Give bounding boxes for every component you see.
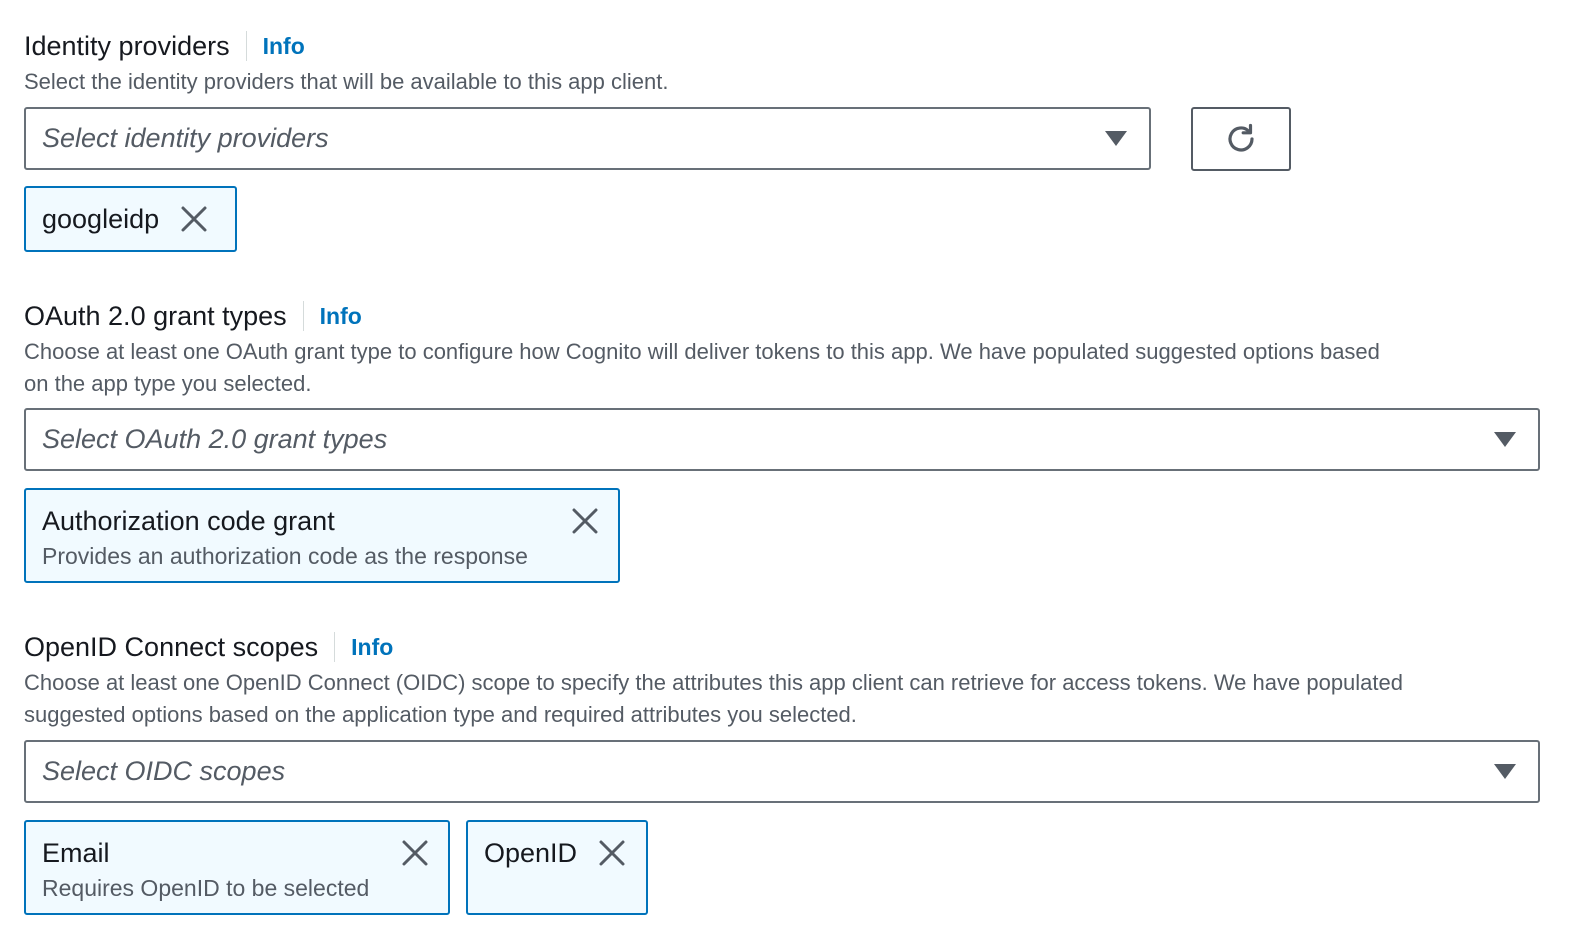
grant-types-info-link[interactable]: Info bbox=[320, 303, 362, 330]
token-label: Authorization code grant bbox=[42, 506, 335, 536]
grant-types-description-line1: Choose at least one OAuth grant type to … bbox=[24, 339, 1380, 364]
oidc-scopes-label-row: OpenID Connect scopes Info bbox=[24, 629, 1554, 665]
token-openid: OpenID bbox=[466, 820, 648, 915]
token-label: OpenID bbox=[484, 838, 578, 868]
oidc-scopes-placeholder: Select OIDC scopes bbox=[42, 756, 286, 786]
oidc-scopes-section: OpenID Connect scopes Info Choose at lea… bbox=[24, 629, 1554, 731]
label-divider bbox=[334, 632, 336, 662]
identity-providers-description: Select the identity providers that will … bbox=[24, 69, 669, 94]
caret-down-icon bbox=[1494, 432, 1516, 447]
token-googleidp: googleidp bbox=[24, 186, 237, 252]
oidc-scopes-label: OpenID Connect scopes bbox=[24, 631, 319, 662]
grant-types-label: OAuth 2.0 grant types bbox=[24, 300, 287, 331]
identity-providers-placeholder: Select identity providers bbox=[42, 123, 329, 153]
identity-providers-info-link[interactable]: Info bbox=[263, 33, 305, 60]
grant-types-placeholder: Select OAuth 2.0 grant types bbox=[42, 424, 388, 454]
refresh-icon bbox=[1228, 123, 1254, 152]
identity-providers-section: Identity providers Info Select the ident… bbox=[24, 28, 668, 98]
identity-providers-label-row: Identity providers Info bbox=[24, 28, 668, 64]
token-email: Email Requires OpenID to be selected bbox=[24, 820, 450, 915]
oidc-scopes-select[interactable]: Select OIDC scopes bbox=[24, 740, 1540, 803]
caret-down-icon bbox=[1105, 131, 1127, 146]
identity-providers-select[interactable]: Select identity providers bbox=[24, 107, 1151, 170]
token-authorization-code-grant: Authorization code grant Provides an aut… bbox=[24, 488, 620, 583]
grant-types-select[interactable]: Select OAuth 2.0 grant types bbox=[24, 408, 1540, 471]
oidc-scopes-description-line1: Choose at least one OpenID Connect (OIDC… bbox=[24, 670, 1403, 695]
identity-providers-label: Identity providers bbox=[24, 30, 230, 61]
grant-types-description-line2: on the app type you selected. bbox=[24, 371, 312, 396]
grant-types-section: OAuth 2.0 grant types Info Choose at lea… bbox=[24, 298, 1554, 400]
token-label: googleidp bbox=[42, 204, 160, 234]
close-icon[interactable] bbox=[179, 204, 209, 234]
grant-types-label-row: OAuth 2.0 grant types Info bbox=[24, 298, 1554, 334]
refresh-button[interactable] bbox=[1191, 107, 1291, 171]
oidc-scopes-info-link[interactable]: Info bbox=[351, 634, 393, 661]
label-divider bbox=[245, 31, 247, 61]
label-divider bbox=[302, 301, 304, 331]
close-icon[interactable] bbox=[400, 838, 430, 868]
caret-down-icon bbox=[1494, 764, 1516, 779]
token-label: Email bbox=[42, 838, 110, 868]
close-icon[interactable] bbox=[597, 838, 627, 868]
token-description: Requires OpenID to be selected bbox=[42, 875, 370, 901]
token-description: Provides an authorization code as the re… bbox=[42, 543, 528, 569]
close-icon[interactable] bbox=[570, 506, 600, 536]
oidc-scopes-description-line2: suggested options based on the applicati… bbox=[24, 702, 857, 727]
